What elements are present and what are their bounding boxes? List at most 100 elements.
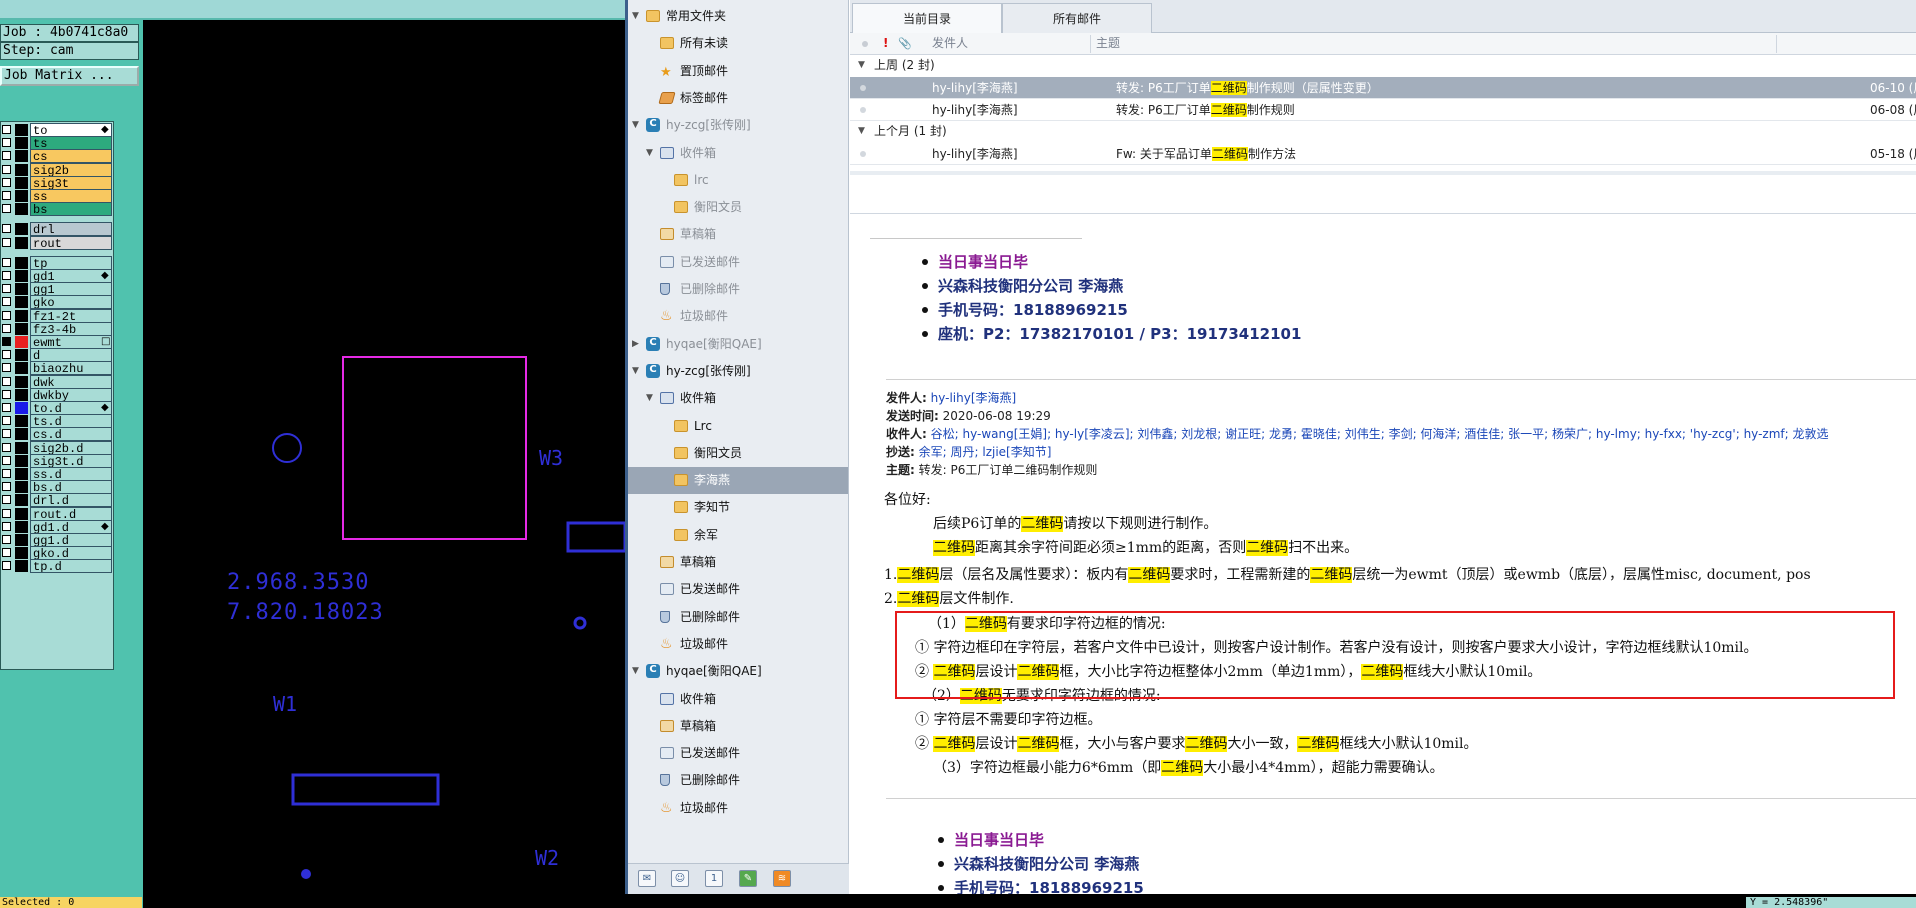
folder-item[interactable]: 草稿箱 (628, 221, 848, 248)
layer-checkbox[interactable] (2, 310, 11, 320)
folder-item[interactable]: 余军 (628, 522, 848, 549)
layer-name[interactable]: ts.d (30, 414, 112, 429)
mail-view-icon[interactable]: ✉ (638, 870, 656, 887)
folder-item[interactable]: 已删除邮件 (628, 604, 848, 631)
layer-color-swatch[interactable] (15, 137, 28, 150)
layer-color-swatch[interactable] (15, 270, 28, 282)
layer-color-swatch[interactable] (15, 309, 28, 322)
calendar-icon[interactable]: 1 (705, 870, 723, 887)
layer-row[interactable]: drl (1, 222, 113, 237)
layer-checkbox[interactable] (2, 535, 11, 544)
layer-checkbox[interactable] (2, 271, 11, 280)
layer-row[interactable]: ewmt □ (1, 335, 113, 349)
priority-icon[interactable]: ! (883, 33, 888, 54)
layer-row[interactable]: tp.d (1, 559, 113, 574)
layer-row[interactable]: tp (1, 255, 113, 270)
layer-row[interactable]: cs.d (1, 427, 113, 442)
layer-color-swatch[interactable] (15, 375, 28, 388)
layer-color-swatch[interactable] (15, 454, 28, 467)
layer-row[interactable]: dwkby (1, 387, 113, 402)
layer-row[interactable]: ss.d (1, 467, 113, 481)
tab-current-folder[interactable]: 当前目录 (852, 3, 1002, 33)
layer-row[interactable]: dwk (1, 374, 113, 389)
from-value[interactable]: hy-lihy[李海燕] (931, 391, 1017, 405)
expand-down-icon[interactable]: ▼ (632, 658, 639, 685)
folder-item[interactable]: ▼ Chy-zcg[张传刚] (628, 112, 848, 139)
folder-item[interactable]: 所有未读 (628, 30, 848, 57)
layer-color-swatch[interactable] (15, 256, 28, 269)
folder-item[interactable]: ▼ 收件箱 (628, 385, 848, 412)
expand-down-icon[interactable]: ▼ (646, 140, 653, 167)
layer-name[interactable]: biaozhu (30, 361, 112, 376)
layer-name[interactable]: tp.d (30, 559, 112, 574)
layer-row[interactable]: gko.d (1, 546, 113, 561)
layer-checkbox[interactable] (2, 284, 11, 294)
to-value[interactable]: 谷松; hy-wang[王娟]; hy-ly[李凌云]; 刘伟鑫; 刘龙根; 谢… (931, 427, 1829, 441)
layer-name[interactable]: dwkby (30, 387, 112, 402)
expand-down-icon[interactable]: ▼ (646, 385, 653, 412)
folder-item[interactable]: 标签邮件 (628, 85, 848, 112)
layer-name[interactable]: drl.d (30, 493, 112, 508)
layer-checkbox[interactable] (2, 389, 11, 399)
folder-item[interactable]: ★ 置顶邮件 (628, 58, 848, 85)
layer-name[interactable]: to.d (30, 401, 112, 415)
split-handle[interactable] (850, 171, 1916, 175)
layer-color-swatch[interactable] (15, 534, 28, 546)
folder-item[interactable]: 李海燕 (628, 467, 848, 495)
layer-checkbox[interactable] (2, 204, 11, 214)
layer-row[interactable]: rout (1, 235, 113, 250)
folder-item[interactable]: 草稿箱 (628, 549, 848, 576)
folder-item[interactable]: ♨ 垃圾邮件 (628, 631, 848, 658)
layer-name[interactable]: fz3-4b (30, 321, 112, 336)
layer-checkbox[interactable] (2, 323, 11, 333)
layer-name[interactable]: rout (30, 235, 112, 250)
layer-row[interactable]: sig2b (1, 162, 113, 177)
layer-color-swatch[interactable] (15, 547, 28, 560)
folder-item[interactable]: 已删除邮件 (628, 276, 848, 303)
col-sender[interactable]: 发件人 (932, 33, 968, 54)
folder-item[interactable]: lrc (628, 167, 848, 194)
layer-row[interactable]: fz3-4b (1, 321, 113, 336)
expand-down-icon[interactable]: ▼ (632, 358, 639, 385)
layer-name[interactable]: d (30, 348, 112, 363)
layer-checkbox[interactable] (2, 376, 11, 386)
layer-color-swatch[interactable] (15, 296, 28, 309)
layer-color-swatch[interactable] (15, 494, 28, 507)
layer-checkbox[interactable] (2, 482, 11, 492)
folder-item[interactable]: ♨ 垃圾邮件 (628, 795, 848, 822)
expand-right-icon[interactable]: ▶ (632, 331, 639, 358)
mail-row[interactable]: hy-lihy[李海燕] 转发: P6工厂订单二维码制作规则 06-08 (周 (850, 99, 1916, 121)
layer-checkbox[interactable] (2, 561, 11, 571)
layer-row[interactable]: drl.d (1, 493, 113, 508)
layer-checkbox[interactable] (2, 403, 11, 412)
folder-item[interactable]: ♨ 垃圾邮件 (628, 303, 848, 330)
layer-color-swatch[interactable] (15, 441, 28, 454)
layer-color-swatch[interactable] (15, 349, 28, 362)
layer-row[interactable]: sig2b.d (1, 440, 113, 455)
folder-item[interactable]: ▶ Chyqae[衡阳QAE] (628, 331, 848, 358)
layer-row[interactable]: gd1.d ◆ (1, 519, 113, 534)
layer-checkbox[interactable] (2, 191, 11, 200)
read-status-icon[interactable] (860, 107, 866, 113)
layer-color-swatch[interactable] (15, 236, 28, 249)
folder-item[interactable]: 已发送邮件 (628, 740, 848, 767)
layer-color-swatch[interactable] (15, 336, 28, 348)
layer-name[interactable]: to (30, 123, 112, 137)
layer-row[interactable]: gg1.d (1, 533, 113, 547)
layer-name[interactable]: gko.d (30, 546, 112, 561)
layer-row[interactable]: rout.d (1, 506, 113, 521)
layer-name[interactable]: tp (30, 255, 112, 270)
job-matrix-button[interactable]: Job Matrix ... (0, 66, 139, 86)
layer-name[interactable]: sig3t (30, 175, 112, 190)
layer-checkbox[interactable] (2, 125, 11, 134)
layer-name[interactable]: drl (30, 222, 112, 237)
layer-checkbox[interactable] (2, 521, 11, 531)
layer-color-swatch[interactable] (15, 124, 28, 136)
layer-color-swatch[interactable] (15, 415, 28, 428)
layer-color-swatch[interactable] (15, 388, 28, 401)
layer-color-swatch[interactable] (15, 468, 28, 480)
layer-checkbox[interactable] (2, 416, 11, 426)
layer-row[interactable]: biaozhu (1, 361, 113, 376)
layer-checkbox[interactable] (2, 442, 11, 452)
layer-checkbox[interactable] (2, 164, 11, 174)
